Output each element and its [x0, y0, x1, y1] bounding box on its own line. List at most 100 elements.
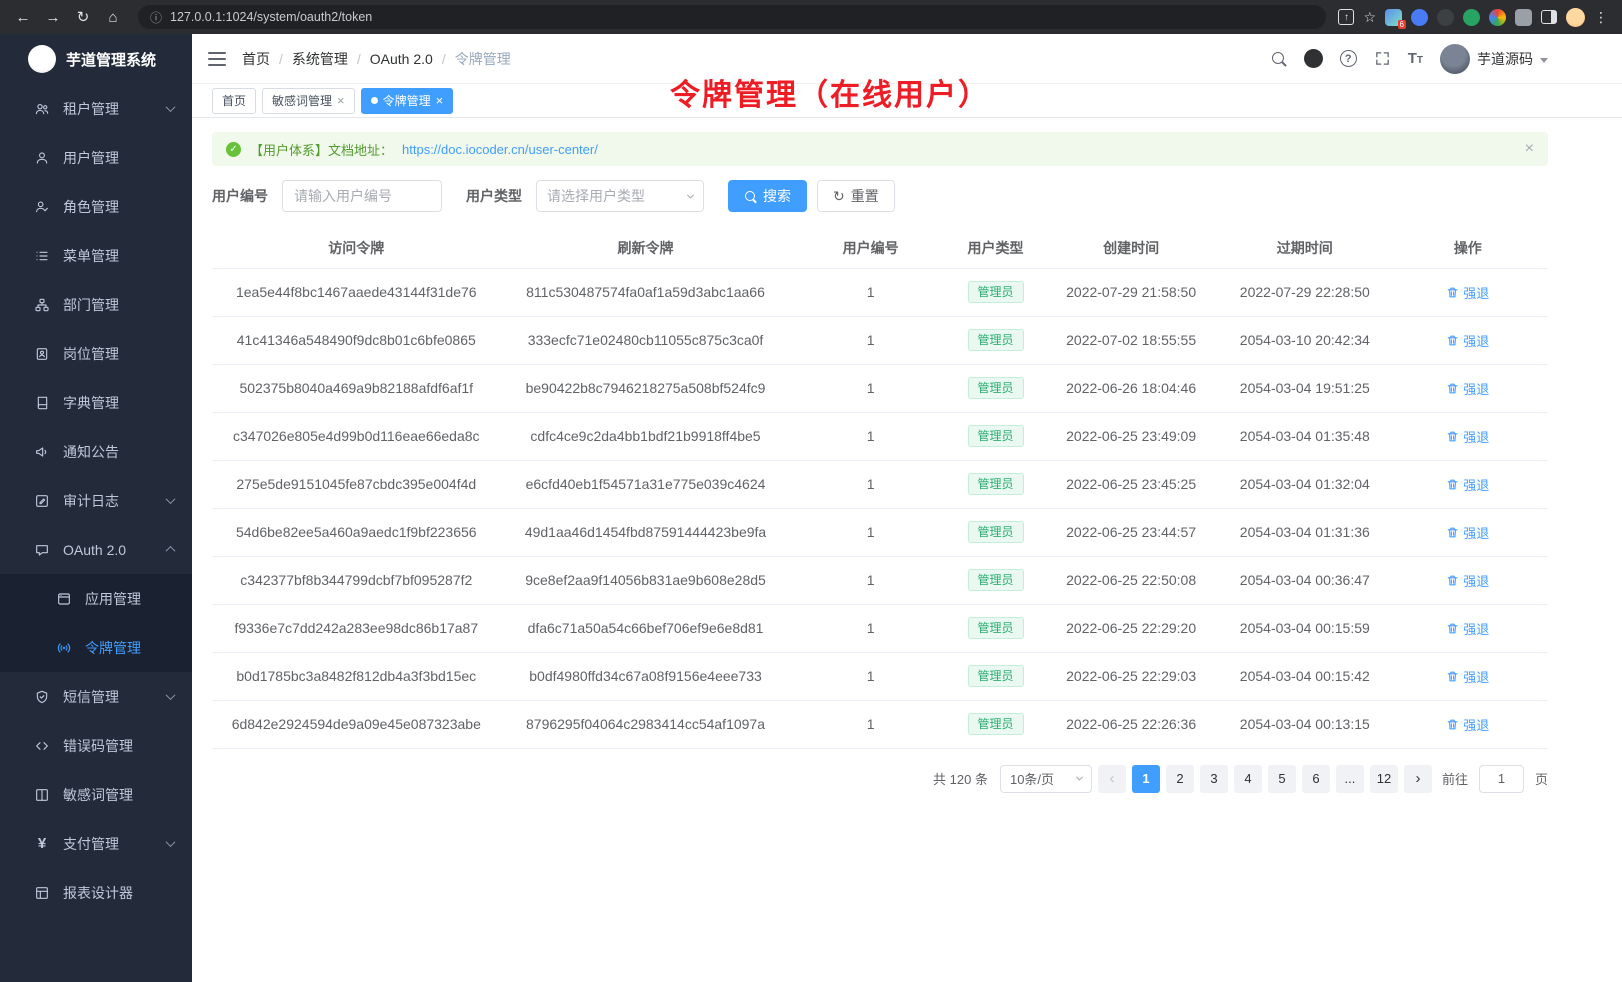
col-user-id: 用户编号: [790, 228, 950, 268]
sidebar-item-oauth[interactable]: OAuth 2.0: [0, 525, 192, 574]
side-panel-icon[interactable]: [1541, 10, 1557, 24]
expire-time: 2054-03-04 01:31:36: [1222, 508, 1388, 556]
user-icon: [34, 150, 50, 166]
bookmark-star-icon[interactable]: ☆: [1363, 9, 1376, 26]
page-content: ✓ 【用户体系】文档地址： https://doc.iocoder.cn/use…: [192, 118, 1622, 982]
sidebar-item-sms[interactable]: 短信管理: [0, 672, 192, 721]
force-logout-button[interactable]: 强退: [1446, 571, 1489, 590]
tab-home[interactable]: 首页: [212, 88, 256, 114]
logo[interactable]: 芋道管理系统: [0, 34, 192, 84]
sidebar-item-report-designer[interactable]: 报表设计器: [0, 868, 192, 917]
page-button-12[interactable]: 12: [1370, 765, 1398, 793]
sidebar-item-post[interactable]: 岗位管理: [0, 329, 192, 378]
chevron-down-icon: [166, 102, 176, 112]
next-page-button[interactable]: ›: [1404, 765, 1432, 793]
page-ellipsis-button[interactable]: ...: [1336, 765, 1364, 793]
page-button-5[interactable]: 5: [1268, 765, 1296, 793]
sidebar-item-dict[interactable]: 字典管理: [0, 378, 192, 427]
extension-icon-5[interactable]: [1489, 9, 1506, 26]
tab-label: 令牌管理: [383, 92, 431, 109]
collapse-sidebar-icon[interactable]: [208, 52, 226, 66]
address-bar[interactable]: ⓘ 127.0.0.1:1024/system/oauth2/token: [138, 5, 1326, 29]
sidebar-item-tenant[interactable]: 租户管理: [0, 84, 192, 133]
page-button-3[interactable]: 3: [1200, 765, 1228, 793]
goto-suffix: 页: [1535, 769, 1548, 788]
trash-icon: [1446, 718, 1459, 731]
tab-token[interactable]: 令牌管理 ×: [361, 88, 454, 114]
table-row: f9336e7c7dd242a283ee98dc86b17a87 dfa6c71…: [212, 604, 1548, 652]
extensions-puzzle-icon[interactable]: [1515, 9, 1532, 26]
tags-view: 首页 敏感词管理 × 令牌管理 ×: [192, 84, 1622, 118]
sidebar-item-oauth-app[interactable]: 应用管理: [0, 574, 192, 623]
goto-page-input[interactable]: [1479, 765, 1524, 793]
force-logout-button[interactable]: 强退: [1446, 379, 1489, 398]
reload-icon[interactable]: ↻: [70, 4, 96, 30]
expire-time: 2054-03-04 01:32:04: [1222, 460, 1388, 508]
trash-icon: [1446, 622, 1459, 635]
page-button-4[interactable]: 4: [1234, 765, 1262, 793]
alert-close-icon[interactable]: ×: [1525, 141, 1534, 157]
doc-link[interactable]: https://doc.iocoder.cn/user-center/: [402, 142, 598, 157]
page-button-1[interactable]: 1: [1132, 765, 1160, 793]
extension-icon-4[interactable]: [1463, 9, 1480, 26]
force-logout-button[interactable]: 强退: [1446, 427, 1489, 446]
extension-icon-3[interactable]: [1437, 9, 1454, 26]
sidebar-item-notice[interactable]: 通知公告: [0, 427, 192, 476]
share-icon[interactable]: ↑: [1338, 9, 1354, 25]
force-logout-label: 强退: [1463, 571, 1489, 590]
font-size-icon[interactable]: TT: [1408, 51, 1423, 66]
page-size-select[interactable]: 10条/页: [1000, 765, 1092, 793]
force-logout-button[interactable]: 强退: [1446, 331, 1489, 350]
help-icon[interactable]: ?: [1340, 50, 1357, 67]
user-id: 1: [790, 460, 950, 508]
user-menu[interactable]: 芋道源码: [1440, 44, 1548, 74]
page-button-6[interactable]: 6: [1302, 765, 1330, 793]
page-button-2[interactable]: 2: [1166, 765, 1194, 793]
browser-profile-avatar[interactable]: [1566, 8, 1585, 27]
browser-menu-icon[interactable]: ⋮: [1594, 9, 1608, 26]
back-icon[interactable]: ←: [10, 4, 36, 30]
force-logout-button[interactable]: 强退: [1446, 715, 1489, 734]
close-icon[interactable]: ×: [337, 94, 345, 107]
search-icon[interactable]: [1271, 51, 1287, 67]
sidebar-item-errorcode[interactable]: 错误码管理: [0, 721, 192, 770]
close-icon[interactable]: ×: [436, 94, 444, 107]
tab-sensitive-word[interactable]: 敏感词管理 ×: [262, 88, 355, 114]
breadcrumb-separator: /: [442, 51, 446, 67]
breadcrumb: 首页 / 系统管理 / OAuth 2.0 / 令牌管理: [242, 49, 511, 69]
sidebar-item-role[interactable]: 角色管理: [0, 182, 192, 231]
search-button[interactable]: 搜索: [728, 180, 807, 212]
sidebar-item-sensitiveword[interactable]: 敏感词管理: [0, 770, 192, 819]
sidebar-item-auditlog[interactable]: 审计日志: [0, 476, 192, 525]
fullscreen-icon[interactable]: [1374, 50, 1391, 67]
user-type-select[interactable]: 请选择用户类型: [536, 180, 704, 212]
breadcrumb-home[interactable]: 首页: [242, 49, 270, 69]
force-logout-button[interactable]: 强退: [1446, 283, 1489, 302]
github-icon[interactable]: [1304, 49, 1323, 68]
trash-icon: [1446, 334, 1459, 347]
user-id-input[interactable]: [282, 180, 442, 212]
sidebar-item-oauth-token[interactable]: 令牌管理: [0, 623, 192, 672]
force-logout-button[interactable]: 强退: [1446, 667, 1489, 686]
prev-page-button[interactable]: ‹: [1098, 765, 1126, 793]
extension-icon-2[interactable]: [1411, 9, 1428, 26]
home-icon[interactable]: ⌂: [100, 4, 126, 30]
extension-icon-1[interactable]: 6: [1385, 9, 1402, 26]
breadcrumb-oauth[interactable]: OAuth 2.0: [370, 51, 433, 67]
sidebar-item-menu[interactable]: 菜单管理: [0, 231, 192, 280]
breadcrumb-system[interactable]: 系统管理: [292, 49, 348, 69]
reset-button[interactable]: ↻ 重置: [817, 180, 895, 212]
sidebar-item-dept[interactable]: 部门管理: [0, 280, 192, 329]
force-logout-button[interactable]: 强退: [1446, 475, 1489, 494]
site-info-icon[interactable]: ⓘ: [150, 9, 162, 26]
sidebar-item-pay[interactable]: ¥ 支付管理: [0, 819, 192, 868]
force-logout-button[interactable]: 强退: [1446, 619, 1489, 638]
trash-icon: [1446, 382, 1459, 395]
user-type-badge: 管理员: [968, 713, 1024, 735]
actions: 强退: [1388, 364, 1548, 412]
refresh-token: 811c530487574fa0af1a59d3abc1aa66: [501, 268, 791, 316]
force-logout-button[interactable]: 强退: [1446, 523, 1489, 542]
access-token: 41c41346a548490f9dc8b01c6bfe0865: [212, 316, 501, 364]
sidebar-item-user[interactable]: 用户管理: [0, 133, 192, 182]
forward-icon[interactable]: →: [40, 4, 66, 30]
